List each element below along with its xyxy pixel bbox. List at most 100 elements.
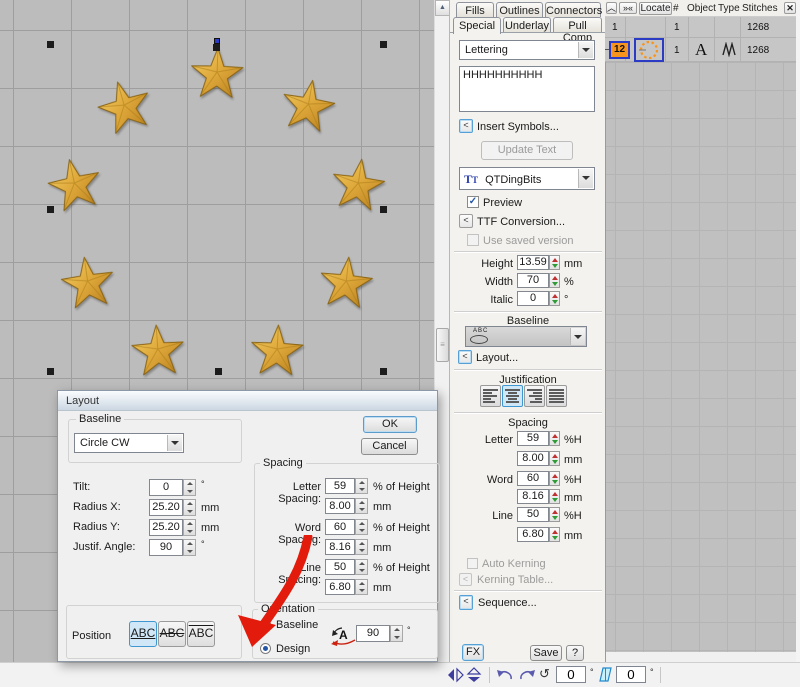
ttf-conversion-button[interactable]: < bbox=[459, 214, 473, 228]
group-row[interactable]: 1 1 1268 bbox=[605, 17, 796, 38]
radius-y-field[interactable]: 25.20 bbox=[149, 519, 183, 536]
chevron-down-icon[interactable] bbox=[578, 42, 593, 58]
word-spacing-mm-field[interactable]: 8.16 bbox=[517, 489, 549, 504]
orientation-design-radio[interactable] bbox=[260, 643, 271, 654]
preview-checkbox[interactable]: ✓ bbox=[467, 196, 479, 208]
rotate-angle-input[interactable] bbox=[556, 666, 586, 683]
position-baseline-button[interactable]: ABC bbox=[129, 621, 157, 647]
letter-spacing-mm-field[interactable]: 8.00 bbox=[517, 451, 549, 466]
chevron-down-icon[interactable] bbox=[570, 328, 585, 345]
tilt-stepper[interactable] bbox=[183, 479, 196, 496]
justify-center-button[interactable] bbox=[502, 385, 523, 407]
line-spacing-pct-field[interactable]: 50 bbox=[325, 559, 355, 575]
word-spacing-mm-field[interactable]: 8.16 bbox=[325, 539, 355, 555]
line-spacing-mm-field[interactable]: 6.80 bbox=[325, 579, 355, 595]
selection-handle[interactable] bbox=[215, 368, 222, 375]
use-saved-version-checkbox[interactable] bbox=[467, 234, 479, 246]
selection-handle[interactable] bbox=[47, 41, 54, 48]
rotate-ccw-icon[interactable] bbox=[495, 668, 515, 685]
close-button[interactable]: ✕ bbox=[784, 2, 796, 14]
word-spacing-mm-stepper[interactable] bbox=[549, 489, 560, 504]
ok-button[interactable]: OK bbox=[363, 416, 417, 433]
embroidered-star[interactable] bbox=[56, 250, 120, 317]
justify-left-button[interactable] bbox=[480, 385, 501, 407]
mirror-vertical-icon[interactable] bbox=[466, 667, 483, 686]
letter-spacing-pct-stepper[interactable] bbox=[355, 478, 368, 494]
line-spacing-mm-stepper[interactable] bbox=[355, 579, 368, 595]
letter-spacing-mm-stepper[interactable] bbox=[549, 451, 560, 466]
height-stepper[interactable] bbox=[549, 255, 560, 270]
baseline-select[interactable]: ABC bbox=[465, 326, 587, 347]
embroidered-star[interactable] bbox=[90, 71, 160, 144]
font-select[interactable]: TT QTDingBits bbox=[459, 167, 595, 190]
embroidered-star[interactable] bbox=[275, 73, 341, 142]
mirror-horizontal-icon[interactable] bbox=[447, 667, 464, 686]
word-spacing-pct-stepper[interactable] bbox=[355, 519, 368, 535]
help-button[interactable]: ? bbox=[566, 645, 584, 661]
justify-right-button[interactable] bbox=[524, 385, 545, 407]
radius-x-field[interactable]: 25.20 bbox=[149, 499, 183, 516]
height-field[interactable]: 13.59 bbox=[517, 255, 549, 270]
tab-underlay[interactable]: Underlay bbox=[503, 17, 551, 33]
lettering-text-input[interactable]: HHHHHHHHHH bbox=[459, 66, 595, 112]
italic-stepper[interactable] bbox=[549, 291, 560, 306]
embroidered-star[interactable] bbox=[188, 44, 246, 106]
chevron-down-icon[interactable] bbox=[578, 169, 593, 188]
line-spacing-pct-field[interactable]: 50 bbox=[517, 507, 549, 522]
skew-angle-input[interactable] bbox=[616, 666, 646, 683]
embroidered-star[interactable] bbox=[247, 321, 306, 384]
rotation-handle[interactable] bbox=[214, 38, 220, 44]
tab-connectors[interactable]: Connectors bbox=[545, 2, 601, 17]
letter-spacing-mm-stepper[interactable] bbox=[355, 498, 368, 514]
width-stepper[interactable] bbox=[549, 273, 560, 288]
line-spacing-mm-stepper[interactable] bbox=[549, 527, 560, 542]
locate-button[interactable]: Locate bbox=[639, 2, 672, 15]
radius-y-stepper[interactable] bbox=[183, 519, 196, 536]
embroidered-star[interactable] bbox=[315, 251, 377, 317]
tab-fills[interactable]: Fills bbox=[456, 2, 494, 17]
word-spacing-pct-field[interactable]: 60 bbox=[517, 471, 549, 486]
tab-pull-comp[interactable]: Pull Comp bbox=[553, 17, 602, 33]
fx-button[interactable]: FX bbox=[462, 644, 484, 661]
width-field[interactable]: 70 bbox=[517, 273, 549, 288]
selection-handle[interactable] bbox=[47, 206, 54, 213]
save-button[interactable]: Save bbox=[530, 645, 562, 661]
tilt-field[interactable]: 0 bbox=[149, 479, 183, 496]
sequence-button[interactable]: < bbox=[459, 595, 473, 610]
object-thumbnail[interactable] bbox=[634, 38, 664, 62]
scroll-thumb[interactable]: ≡ bbox=[436, 328, 449, 362]
justif-angle-field[interactable]: 90 bbox=[149, 539, 183, 556]
orientation-angle-field[interactable]: 90 bbox=[356, 625, 390, 642]
scroll-up-button[interactable]: ▲ bbox=[435, 0, 450, 16]
justif-angle-stepper[interactable] bbox=[183, 539, 196, 556]
skew-icon[interactable] bbox=[598, 666, 613, 686]
selection-handle[interactable] bbox=[380, 206, 387, 213]
object-row[interactable]: 12 1 A 1268 bbox=[605, 38, 796, 62]
position-overline-button[interactable]: ABC bbox=[187, 621, 215, 647]
line-spacing-pct-stepper[interactable] bbox=[549, 507, 560, 522]
word-spacing-pct-field[interactable]: 60 bbox=[325, 519, 355, 535]
word-spacing-pct-stepper[interactable] bbox=[549, 471, 560, 486]
layout-button[interactable]: < bbox=[458, 350, 472, 364]
radius-x-stepper[interactable] bbox=[183, 499, 196, 516]
embroidered-star[interactable] bbox=[128, 320, 188, 384]
rotate-by-angle-icon[interactable]: ↺ bbox=[539, 666, 550, 682]
selection-handle[interactable] bbox=[47, 368, 54, 375]
tab-special[interactable]: Special bbox=[453, 17, 501, 34]
shrink-button[interactable]: »« bbox=[619, 2, 637, 14]
justify-full-button[interactable] bbox=[546, 385, 567, 407]
line-spacing-mm-field[interactable]: 6.80 bbox=[517, 527, 549, 542]
selection-handle[interactable] bbox=[380, 41, 387, 48]
collapse-button[interactable]: ︿ bbox=[606, 2, 617, 14]
line-spacing-pct-stepper[interactable] bbox=[355, 559, 368, 575]
rotate-cw-icon[interactable] bbox=[517, 668, 537, 685]
dialog-titlebar[interactable]: Layout bbox=[58, 391, 437, 411]
thread-color-badge[interactable]: 12 bbox=[609, 41, 630, 59]
tab-outlines[interactable]: Outlines bbox=[496, 2, 543, 17]
orientation-baseline-radio[interactable] bbox=[260, 619, 271, 630]
object-type-select[interactable]: Lettering bbox=[459, 40, 595, 60]
letter-spacing-mm-field[interactable]: 8.00 bbox=[325, 498, 355, 514]
chevron-down-icon[interactable] bbox=[167, 435, 182, 451]
letter-spacing-pct-stepper[interactable] bbox=[549, 431, 560, 446]
auto-kerning-checkbox[interactable] bbox=[467, 558, 478, 569]
